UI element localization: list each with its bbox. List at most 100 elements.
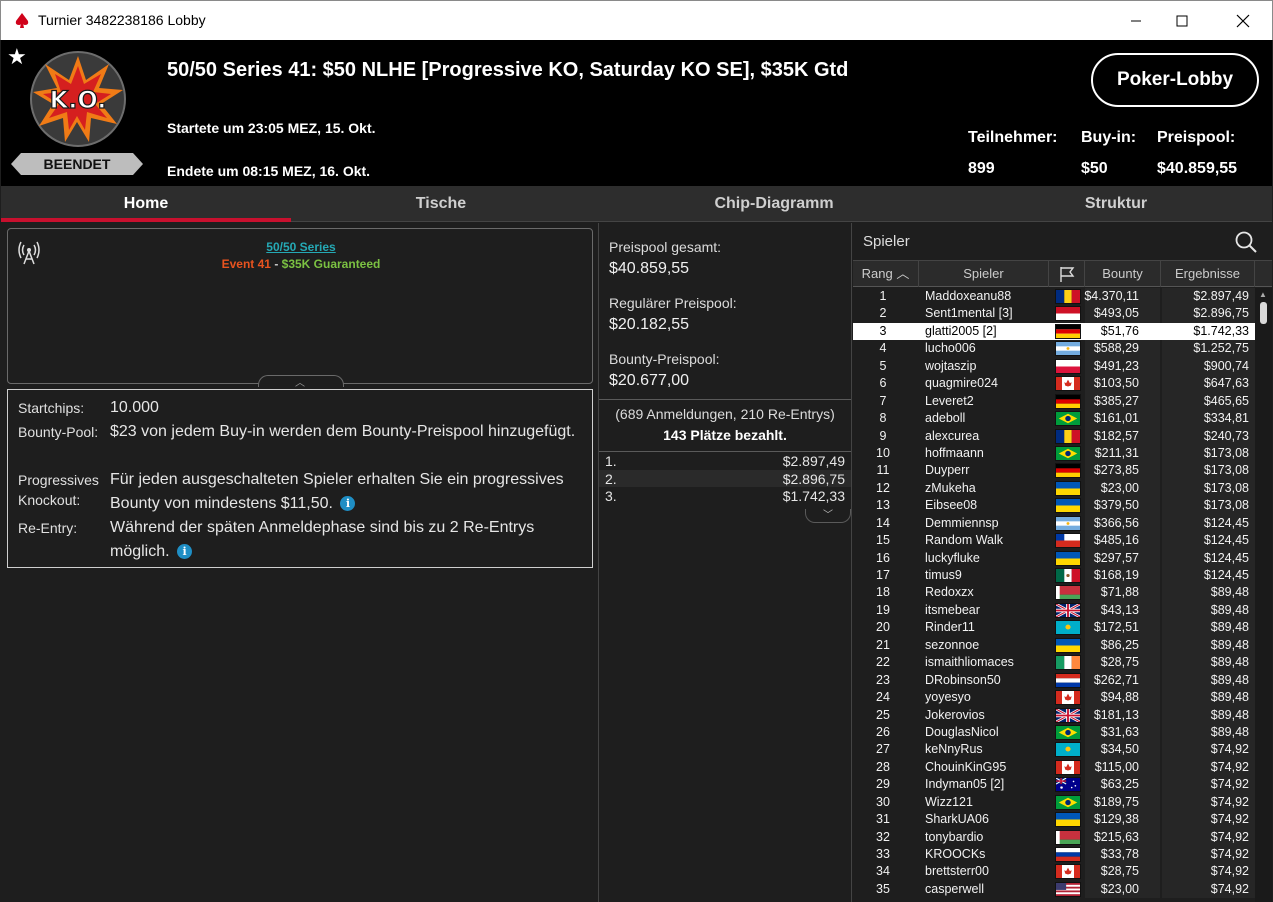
player-row[interactable]: 2 Sent1mental [3] $493,05 $2.896,75 [853, 305, 1255, 323]
player-result: $124,45 [1203, 568, 1249, 582]
column-results[interactable]: Ergebnisse [1161, 261, 1255, 287]
payout-row: 3. $1.742,33 [599, 487, 851, 505]
player-row[interactable]: 33 KROOCKs $33,78 $74,92 [853, 846, 1255, 864]
player-row[interactable]: 14 Demmiennsp $366,56 $124,45 [853, 514, 1255, 533]
player-row[interactable]: 19 itsmebear $43,13 $89,48 [853, 601, 1255, 620]
player-bounty: $366,56 [1093, 515, 1139, 530]
players-scrollbar[interactable]: ▲ [1255, 288, 1272, 902]
info-icon[interactable]: i [177, 544, 193, 559]
country-flag-id-icon [1055, 306, 1081, 322]
player-row[interactable]: 29 Indyman05 [2] $63,25 $74,92 [853, 776, 1255, 794]
player-row[interactable]: 20 Rinder11 $172,51 $89,48 [853, 619, 1255, 637]
country-flag-kz-icon [1055, 742, 1081, 758]
player-result: $74,92 [1210, 794, 1249, 809]
country-flag-de-icon [1055, 463, 1081, 479]
column-player[interactable]: Spieler [919, 261, 1049, 287]
player-row[interactable]: 32 tonybardio $215,63 $74,92 [853, 828, 1255, 846]
tab-chip-chart[interactable]: Chip-Diagramm [629, 186, 919, 222]
player-rank: 12 [876, 480, 890, 495]
tab-tables[interactable]: Tische [296, 186, 586, 222]
player-row[interactable]: 10 hoffmaann $211,31 $173,08 [853, 444, 1255, 463]
close-button[interactable] [1220, 1, 1266, 41]
player-rank: 15 [876, 533, 890, 548]
player-result: $173,08 [1203, 498, 1249, 513]
country-flag-ua-icon [1055, 812, 1081, 828]
search-icon[interactable] [1234, 230, 1258, 254]
star-icon[interactable]: ★ [7, 44, 27, 70]
minimize-button[interactable] [1113, 1, 1159, 41]
player-row[interactable]: 35 casperwell $23,00 $74,92 [853, 880, 1255, 899]
event-separator: - [270, 257, 282, 271]
maximize-button[interactable] [1159, 1, 1205, 41]
flag-icon [1059, 267, 1074, 282]
player-row[interactable]: 17 timus9 $168,19 $124,45 [853, 567, 1255, 585]
collapse-toggle[interactable]: ︿ [258, 375, 344, 389]
country-flag-us-icon [1055, 881, 1081, 897]
player-row[interactable]: 18 Redoxzx $71,88 $89,48 [853, 584, 1255, 602]
player-bounty: $86,25 [1100, 637, 1139, 652]
player-row[interactable]: 31 SharkUA06 $129,38 $74,92 [853, 811, 1255, 829]
registration-info: (689 Anmeldungen, 210 Re-Entrys) 143 Plä… [599, 399, 851, 443]
player-row[interactable]: 5 wojtaszip $491,23 $900,74 [853, 357, 1255, 376]
player-bounty: $385,27 [1093, 393, 1139, 408]
player-row[interactable]: 22 ismaithliomaces $28,75 $89,48 [853, 654, 1255, 672]
country-flag-ua-icon [1055, 498, 1081, 514]
player-bounty: $491,23 [1093, 358, 1139, 373]
player-name: timus9 [925, 568, 962, 582]
player-row[interactable]: 34 brettsterr00 $28,75 $74,92 [853, 863, 1255, 881]
player-search-bar[interactable]: Spieler [853, 223, 1272, 261]
payout-amount: $2.897,49 [782, 453, 845, 469]
player-row[interactable]: 16 luckyfluke $297,57 $124,45 [853, 549, 1255, 567]
player-row[interactable]: 12 zMukeha $23,00 $173,08 [853, 479, 1255, 498]
player-name: DouglasNicol [925, 724, 999, 739]
scroll-thumb[interactable] [1260, 302, 1267, 324]
tab-structure[interactable]: Struktur [971, 186, 1261, 222]
player-row[interactable]: 3 glatti2005 [2] $51,76 $1.742,33 [853, 322, 1255, 341]
player-bounty: $43,13 [1100, 602, 1139, 617]
player-name: Indyman05 [2] [925, 777, 1005, 792]
player-rank: 8 [879, 411, 887, 426]
player-row[interactable]: 21 sezonnoe $86,25 $89,48 [853, 636, 1255, 655]
player-rank: 18 [876, 585, 890, 600]
tournament-title: 50/50 Series 41: $50 NLHE [Progressive K… [167, 59, 849, 81]
country-flag-cl-icon [1055, 533, 1081, 549]
player-row[interactable]: 27 keNnyRus $34,50 $74,92 [853, 741, 1255, 759]
column-rank[interactable]: Rang ︿ [853, 261, 919, 287]
player-name: Sent1mental [3] [925, 306, 1013, 321]
player-name: itsmebear [925, 602, 980, 617]
event-line: Event 41 - $35K Guaranteed [8, 257, 594, 271]
series-link[interactable]: 50/50 Series [8, 240, 594, 254]
player-row[interactable]: 23 DRobinson50 $262,71 $89,48 [853, 671, 1255, 690]
player-name: Demmiennsp [925, 515, 999, 530]
expand-payouts-toggle[interactable]: ﹀ [805, 509, 851, 523]
player-row[interactable]: 7 Leveret2 $385,27 $465,65 [853, 392, 1255, 411]
player-rank: 26 [876, 724, 890, 739]
player-row[interactable]: 30 Wizz121 $189,75 $74,92 [853, 793, 1255, 812]
player-row[interactable]: 28 ChouinKinG95 $115,00 $74,92 [853, 758, 1255, 777]
poker-lobby-button[interactable]: Poker-Lobby [1091, 53, 1259, 107]
scroll-up-icon[interactable]: ▲ [1259, 290, 1267, 299]
player-result: $74,92 [1210, 759, 1249, 774]
payout-position: 2. [605, 470, 617, 487]
player-row[interactable]: 1 Maddoxeanu88 $4.370,11 $2.897,49 [853, 288, 1255, 306]
column-country[interactable] [1049, 261, 1085, 287]
player-row[interactable]: 15 Random Walk $485,16 $124,45 [853, 532, 1255, 550]
player-row[interactable]: 25 Jokerovios $181,13 $89,48 [853, 706, 1255, 724]
player-row[interactable]: 11 Duyperr $273,85 $173,08 [853, 462, 1255, 480]
info-icon[interactable]: i [340, 496, 356, 511]
player-row[interactable]: 8 adeboll $161,01 $334,81 [853, 410, 1255, 428]
player-row[interactable]: 6 quagmire024 $103,50 $647,63 [853, 375, 1255, 393]
player-row[interactable]: 9 alexcurea $182,57 $240,73 [853, 427, 1255, 445]
player-name: hoffmaann [925, 445, 984, 460]
column-bounty[interactable]: Bounty [1085, 261, 1161, 287]
player-row[interactable]: 24 yoyesyo $94,88 $89,48 [853, 689, 1255, 707]
end-time: Endete um 08:15 MEZ, 16. Okt. [167, 163, 371, 179]
player-row[interactable]: 26 DouglasNicol $31,63 $89,48 [853, 723, 1255, 742]
tab-home[interactable]: Home [1, 186, 291, 222]
player-rank: 13 [876, 498, 890, 513]
player-row[interactable]: 13 Eibsee08 $379,50 $173,08 [853, 497, 1255, 515]
player-row[interactable]: 4 lucho006 $588,29 $1.252,75 [853, 340, 1255, 358]
player-bounty: $168,19 [1093, 568, 1139, 582]
player-result: $89,48 [1210, 602, 1249, 617]
player-result: $240,73 [1203, 428, 1249, 443]
